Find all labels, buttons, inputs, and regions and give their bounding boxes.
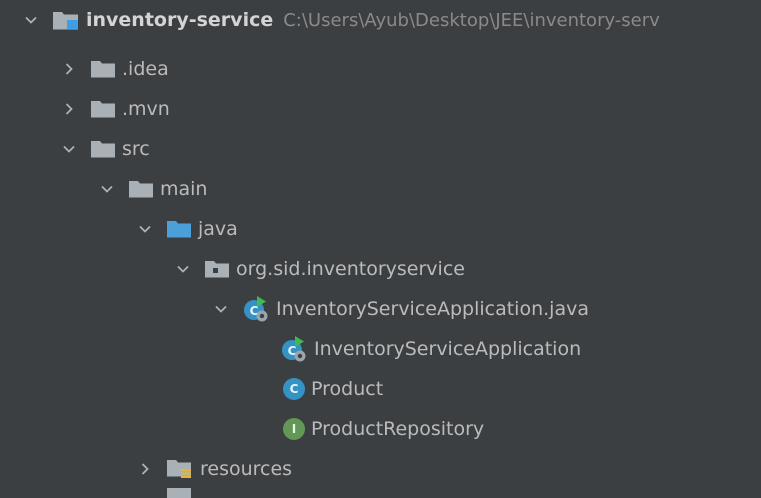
tree-node-mvn[interactable]: .mvn xyxy=(0,89,761,129)
tree-node-inventory-service[interactable]: inventory-service C:\Users\Ayub\Desktop\… xyxy=(0,0,761,40)
tree-node-package[interactable]: org.sid.inventoryservice xyxy=(0,249,761,289)
package-icon xyxy=(204,259,230,279)
module-folder-icon xyxy=(52,9,80,31)
chevron-down-icon[interactable] xyxy=(172,258,194,280)
folder-icon xyxy=(90,99,116,119)
resources-folder-icon xyxy=(166,458,194,480)
tree-node-label: resources xyxy=(200,458,293,480)
chevron-down-icon[interactable] xyxy=(58,138,80,160)
tree-node-label: src xyxy=(122,138,150,160)
tree-node-label: org.sid.inventoryservice xyxy=(236,258,465,280)
tree-node-label: InventoryServiceApplication.java xyxy=(276,298,589,320)
project-tree: inventory-service C:\Users\Ayub\Desktop\… xyxy=(0,0,761,498)
chevron-right-icon[interactable] xyxy=(134,458,156,480)
spring-boot-class-icon: C xyxy=(280,335,308,363)
tree-node-label: Product xyxy=(311,378,384,400)
class-icon: C xyxy=(283,378,305,400)
tree-node-product-repository[interactable]: I ProductRepository xyxy=(0,409,761,449)
tree-node-resources[interactable]: resources xyxy=(0,449,761,489)
tree-node-java[interactable]: java xyxy=(0,209,761,249)
tree-node-label: .mvn xyxy=(122,98,170,120)
tree-node-partial xyxy=(0,488,761,498)
tree-node-src[interactable]: src xyxy=(0,129,761,169)
tree-node-idea[interactable]: .idea xyxy=(0,49,761,89)
source-folder-icon xyxy=(166,219,192,239)
tree-node-label: inventory-service xyxy=(86,9,274,31)
chevron-down-icon[interactable] xyxy=(134,218,156,240)
spring-boot-class-icon: C xyxy=(242,295,270,323)
chevron-right-icon[interactable] xyxy=(58,98,80,120)
tree-node-main[interactable]: main xyxy=(0,169,761,209)
chevron-right-icon[interactable] xyxy=(58,58,80,80)
interface-icon: I xyxy=(283,418,305,440)
chevron-down-icon[interactable] xyxy=(96,178,118,200)
tree-node-application-class[interactable]: C InventoryServiceApplication xyxy=(0,329,761,369)
tree-node-label: InventoryServiceApplication xyxy=(314,338,582,360)
folder-icon xyxy=(90,59,116,79)
chevron-down-icon[interactable] xyxy=(210,298,232,320)
folder-icon xyxy=(166,488,192,498)
module-path: C:\Users\Ayub\Desktop\JEE\inventory-serv xyxy=(283,9,660,31)
tree-node-product[interactable]: C Product xyxy=(0,369,761,409)
tree-node-label: .idea xyxy=(122,58,169,80)
chevron-down-icon[interactable] xyxy=(20,9,42,31)
tree-node-label: main xyxy=(160,178,208,200)
tree-node-label: ProductRepository xyxy=(311,418,485,440)
folder-icon xyxy=(128,179,154,199)
tree-node-label: java xyxy=(198,218,238,240)
tree-node-application-file[interactable]: C InventoryServiceApplication.java xyxy=(0,289,761,329)
folder-icon xyxy=(90,139,116,159)
